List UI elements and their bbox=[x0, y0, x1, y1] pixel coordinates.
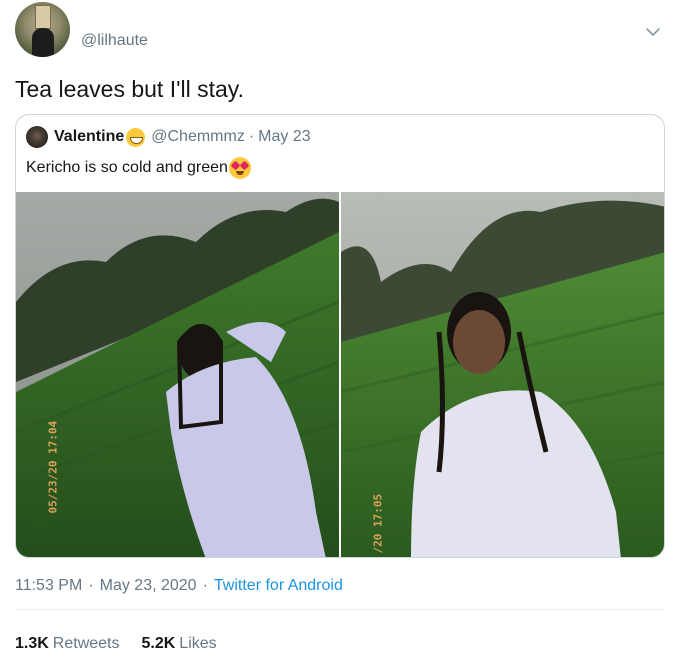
tweet-time[interactable]: 11:53 PM bbox=[15, 577, 82, 595]
quoted-display-name[interactable]: Valentine bbox=[54, 128, 124, 146]
heart-eyes-emoji-icon bbox=[228, 157, 251, 179]
tweet-header: @lilhaute bbox=[15, 2, 665, 60]
quoted-tweet-card[interactable]: Valentine @Chemmmz · May 23 Kericho is s… bbox=[15, 114, 665, 558]
quoted-date[interactable]: May 23 bbox=[258, 128, 310, 146]
avatar-sign bbox=[35, 5, 51, 29]
divider bbox=[15, 609, 665, 610]
tweet-source-link[interactable]: Twitter for Android bbox=[214, 577, 343, 595]
photo-timestamp-2: /20 17:05 bbox=[371, 493, 385, 554]
quoted-avatar[interactable] bbox=[26, 126, 48, 148]
photo-timestamp-1: 05/23/20 17:04 bbox=[46, 420, 60, 514]
meta-separator-1: · bbox=[88, 577, 94, 594]
retweets-count[interactable]: 1.3K bbox=[15, 635, 49, 653]
grinning-face-emoji-icon bbox=[126, 127, 146, 147]
tweet-text: Tea leaves but I'll stay. bbox=[15, 76, 244, 102]
tweet-date[interactable]: May 23, 2020 bbox=[100, 577, 197, 595]
retweets-label[interactable]: Retweets bbox=[53, 635, 120, 653]
avatar-person bbox=[32, 28, 54, 57]
quoted-text-content: Kericho is so cold and green bbox=[26, 159, 228, 176]
quoted-separator: · bbox=[248, 128, 255, 145]
quoted-tweet-header: Valentine @Chemmmz · May 23 bbox=[26, 126, 311, 148]
photo-woman-tea-field-1[interactable]: 05/23/20 17:04 bbox=[16, 192, 339, 557]
quoted-handle[interactable]: @Chemmmz bbox=[151, 128, 245, 146]
tweet-stats: 1.3K Retweets 5.2K Likes bbox=[15, 635, 239, 653]
chevron-down-icon[interactable] bbox=[643, 22, 663, 42]
photo-woman-tea-field-2[interactable]: /20 17:05 bbox=[341, 192, 664, 557]
author-handle[interactable]: @lilhaute bbox=[81, 32, 148, 50]
tweet-meta: 11:53 PM · May 23, 2020 · Twitter for An… bbox=[15, 577, 343, 595]
quoted-tweet-text: Kericho is so cold and green bbox=[26, 157, 251, 179]
profile-avatar-icon[interactable] bbox=[15, 2, 70, 57]
meta-separator-2: · bbox=[202, 577, 208, 594]
likes-label[interactable]: Likes bbox=[179, 635, 216, 653]
quoted-photos: 05/23/20 17:04 /20 17:05 bbox=[16, 192, 664, 557]
likes-count[interactable]: 5.2K bbox=[142, 635, 176, 653]
